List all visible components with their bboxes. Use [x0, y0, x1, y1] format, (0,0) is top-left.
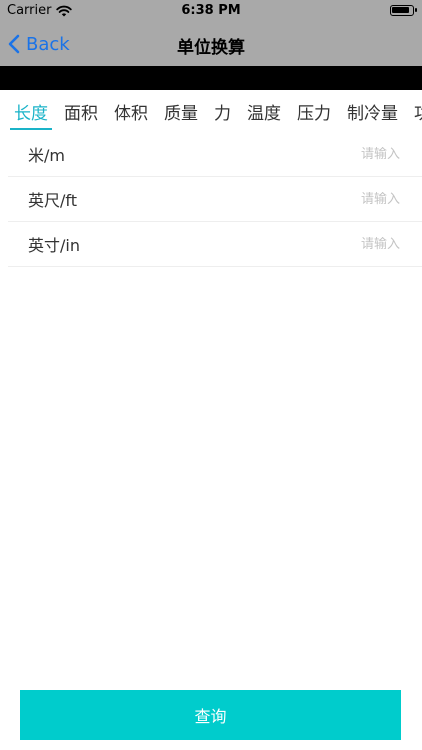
navigation-bar: Back 单位换算 — [0, 22, 422, 66]
tab-active-indicator — [10, 128, 52, 130]
tab-work[interactable]: 功 — [406, 90, 422, 132]
list-item: 英寸/in — [8, 222, 422, 267]
unit-list: 米/m 英尺/ft 英寸/in — [8, 132, 422, 267]
inch-input[interactable] — [260, 236, 400, 252]
tab-label: 制冷量 — [347, 103, 398, 124]
tab-temperature[interactable]: 温度 — [239, 90, 289, 132]
meter-input[interactable] — [260, 146, 400, 162]
category-tabs: 长度 面积 体积 质量 力 温度 压力 制冷量 功 — [0, 90, 422, 132]
status-time: 6:38 PM — [181, 3, 241, 18]
tab-cooling-capacity[interactable]: 制冷量 — [339, 90, 406, 132]
tab-volume[interactable]: 体积 — [106, 90, 156, 132]
tab-label: 长度 — [14, 103, 48, 124]
tab-label: 温度 — [247, 103, 281, 124]
tab-label: 体积 — [114, 103, 148, 124]
tab-length[interactable]: 长度 — [6, 90, 56, 132]
tab-force[interactable]: 力 — [206, 90, 239, 132]
list-item: 米/m — [8, 132, 422, 177]
unit-converter-screen: Carrier 6:38 PM Back 单位换算 长度 面积 体积 质量 力 … — [0, 0, 422, 750]
tab-label: 功 — [414, 99, 422, 124]
unit-label-inch: 英寸/in — [28, 236, 80, 255]
foot-input[interactable] — [260, 191, 400, 207]
page-title: 单位换算 — [177, 38, 245, 58]
tab-label: 面积 — [64, 103, 98, 124]
tab-label: 力 — [214, 103, 231, 124]
unit-label-foot: 英尺/ft — [28, 191, 78, 210]
tab-label: 质量 — [164, 103, 198, 124]
tab-pressure[interactable]: 压力 — [289, 90, 339, 132]
header-band — [0, 66, 422, 90]
list-item: 英尺/ft — [8, 177, 422, 222]
battery-icon — [390, 5, 417, 16]
query-button[interactable]: 查询 — [20, 690, 401, 740]
tab-mass[interactable]: 质量 — [156, 90, 206, 132]
status-bar: Carrier 6:38 PM — [0, 0, 422, 22]
unit-label-meter: 米/m — [28, 146, 65, 165]
tab-label: 压力 — [297, 103, 331, 124]
tab-area[interactable]: 面积 — [56, 90, 106, 132]
